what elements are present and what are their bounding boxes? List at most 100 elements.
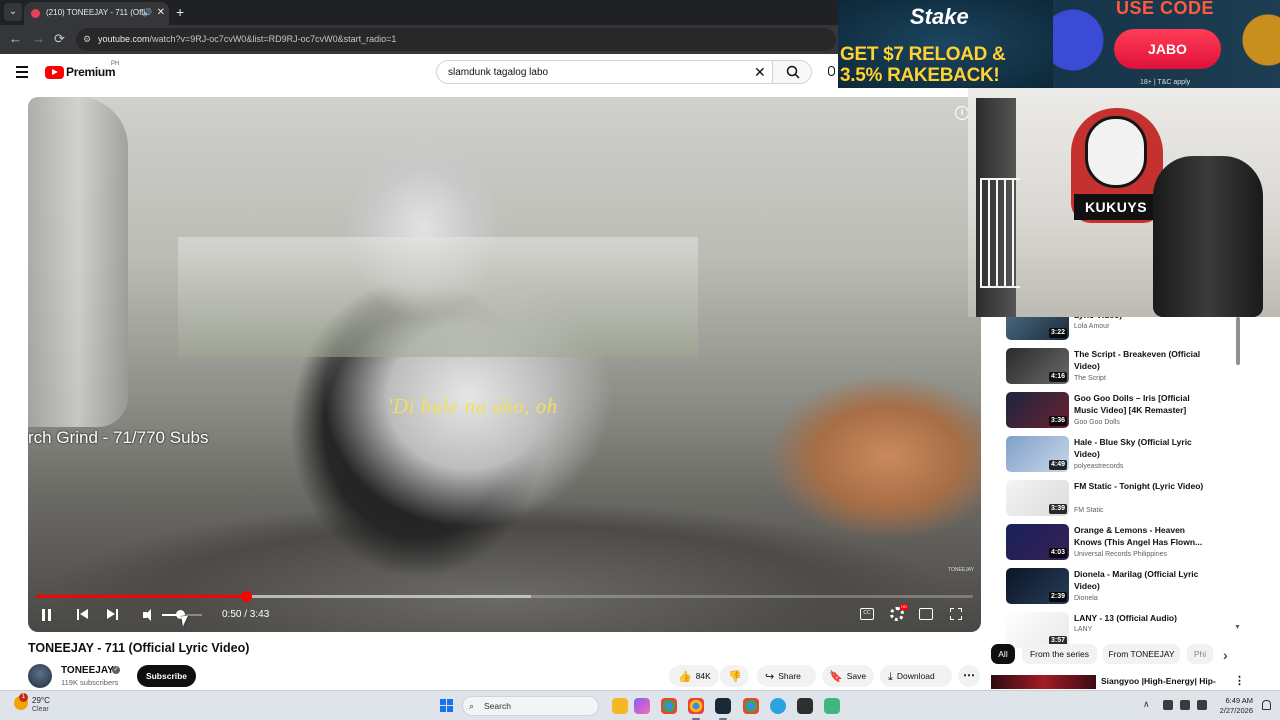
recommendation-title[interactable]: Goo Goo Dolls – Iris [Official Music Vid…: [1074, 392, 1204, 416]
notifications-bell-icon[interactable]: [1262, 700, 1271, 710]
dislike-button[interactable]: 👎: [720, 665, 749, 687]
network-icon[interactable]: [1197, 700, 1207, 710]
recommendation-title[interactable]: Orange & Lemons - Heaven Knows (This Ang…: [1074, 524, 1204, 548]
clock-time: 6:49 AM: [1225, 696, 1253, 705]
tray-overflow-icon[interactable]: ∧: [1143, 699, 1150, 710]
recommendation-thumbnail[interactable]: 4:16: [1006, 348, 1069, 384]
recommendation-title[interactable]: The Script - Breakeven (Official Video): [1074, 348, 1204, 372]
reload-button[interactable]: ⟳: [54, 30, 65, 48]
channel-avatar[interactable]: [28, 664, 52, 688]
search-input[interactable]: [436, 60, 773, 84]
file-explorer-icon[interactable]: [612, 698, 628, 714]
windows-start-icon[interactable]: [440, 699, 453, 712]
recommendation-thumbnail[interactable]: 3:39: [1006, 480, 1069, 516]
ad-use-code-label: USE CODE: [1116, 0, 1215, 18]
chip-next-icon[interactable]: ›: [1223, 647, 1228, 663]
browser-tab-active[interactable]: (210) TONEEJAY - 711 (Offi 🔊 ✕: [24, 2, 169, 25]
recommendation-channel[interactable]: Universal Records Philippines: [1074, 551, 1167, 558]
recommendation-thumbnail[interactable]: 3:36: [1006, 392, 1069, 428]
chrome-profile-icon[interactable]: [661, 698, 677, 714]
recommendation-item[interactable]: 3:39 FM Static - Tonight (Lyric Video) FM …: [1006, 480, 1236, 520]
chip-from-toneejay[interactable]: From TONEEJAY: [1103, 644, 1180, 664]
progress-scrubber[interactable]: [240, 591, 252, 602]
recommendation-thumbnail[interactable]: 4:03: [1006, 524, 1069, 560]
recommendation-title[interactable]: Hale - Blue Sky (Official Lyric Video): [1074, 436, 1204, 460]
recommendation-channel[interactable]: Lola Amour: [1074, 323, 1109, 330]
recommendation-channel[interactable]: polyeastrecords: [1074, 463, 1123, 470]
telegram-icon[interactable]: [770, 698, 786, 714]
bottom-video-thumbnail[interactable]: [991, 675, 1096, 689]
chat-app-icon[interactable]: [824, 698, 840, 714]
recommendation-channel[interactable]: Dionela: [1074, 595, 1098, 602]
video-watermark: TONEEJAY: [948, 567, 974, 573]
chip-from-the-series[interactable]: From the series: [1022, 644, 1097, 664]
chip-phi[interactable]: Phi: [1187, 644, 1213, 664]
url-omnibox[interactable]: ⚙ youtube.com/watch?v=9RJ-oc7cvW0&list=R…: [76, 28, 836, 51]
save-button[interactable]: 🔖 Save: [822, 665, 874, 687]
chrome-icon[interactable]: [688, 698, 704, 714]
close-tab-icon[interactable]: ✕: [157, 2, 165, 24]
menu-icon[interactable]: [16, 66, 28, 81]
pause-button[interactable]: [42, 609, 52, 621]
chip-all[interactable]: All: [991, 644, 1015, 664]
recommendation-thumbnail[interactable]: 2:39: [1006, 568, 1069, 604]
fullscreen-icon[interactable]: [950, 608, 962, 620]
recommendation-thumbnail[interactable]: 3:57: [1006, 612, 1069, 648]
bottom-video-more-icon[interactable]: ⋮: [1234, 674, 1245, 687]
speaker-icon[interactable]: [1180, 700, 1190, 710]
recommendation-title[interactable]: LANY - 13 (Official Audio): [1074, 612, 1204, 624]
obs-icon[interactable]: [797, 698, 813, 714]
theater-mode-button[interactable]: [919, 608, 933, 620]
captions-button[interactable]: CC: [860, 608, 874, 620]
scroll-down-arrow-icon[interactable]: ▼: [1234, 624, 1241, 631]
recommendation-item[interactable]: 4:16 The Script - Breakeven (Official Vid…: [1006, 348, 1236, 388]
site-info-icon[interactable]: ⚙: [83, 28, 91, 51]
share-button[interactable]: ↪ Share: [757, 665, 816, 687]
subscribe-button[interactable]: Subscribe: [137, 665, 196, 687]
stake-ad-banner[interactable]: Stake GET $7 RELOAD & 3.5% RAKEBACK! USE…: [838, 0, 1280, 88]
bottom-video-title[interactable]: Siangyoo |High-Energy| Hip-: [1101, 676, 1216, 686]
recommendation-item[interactable]: 4:03 Orange & Lemons - Heaven Knows (This…: [1006, 524, 1236, 564]
recommendation-item[interactable]: 2:39 Dionela - Marilag (Official Lyric Vi…: [1006, 568, 1236, 608]
video-background-lamp: [28, 97, 128, 427]
weather-temperature[interactable]: 29°C: [32, 696, 50, 705]
steam-icon[interactable]: [715, 698, 731, 714]
time-display: 0:50 / 3:43: [222, 609, 270, 620]
video-player[interactable]: 'Di bale na ako, oh rch Grind - 71/770 S…: [28, 97, 981, 632]
search-button[interactable]: [772, 60, 812, 84]
copilot-icon[interactable]: [634, 698, 650, 714]
recommendation-channel[interactable]: LANY: [1074, 626, 1092, 633]
like-button[interactable]: 👍 84K: [669, 665, 719, 687]
sidebar-scrollbar[interactable]: [1236, 317, 1240, 365]
recommendation-channel[interactable]: The Script: [1074, 375, 1106, 382]
quality-badge: HD: [900, 604, 908, 610]
volume-icon[interactable]: [143, 609, 155, 621]
recommendation-channel[interactable]: FM Static: [1074, 507, 1104, 514]
weather-condition[interactable]: Clear: [32, 706, 49, 713]
tab-search-dropdown[interactable]: ⌄: [4, 3, 22, 21]
download-button[interactable]: ⤓ Download: [880, 665, 952, 687]
voice-search-icon[interactable]: [828, 66, 835, 76]
recommendation-item[interactable]: 3:36 Goo Goo Dolls – Iris [Official Music…: [1006, 392, 1236, 432]
clear-search-icon[interactable]: ✕: [754, 63, 766, 81]
forward-button[interactable]: →: [32, 30, 45, 48]
next-button[interactable]: [107, 609, 119, 621]
recommendation-title[interactable]: Dionela - Marilag (Official Lyric Video): [1074, 568, 1204, 592]
new-tab-button[interactable]: +: [176, 3, 184, 21]
info-icon[interactable]: i: [955, 106, 969, 120]
previous-button[interactable]: [77, 609, 89, 621]
webcam-sticker-label: KUKUYS: [1074, 194, 1158, 220]
channel-name[interactable]: TONEEJAY: [61, 665, 114, 676]
ad-code-button[interactable]: JABO: [1114, 29, 1221, 69]
recommendation-thumbnail[interactable]: 4:49: [1006, 436, 1069, 472]
more-actions-button[interactable]: ⋯: [958, 665, 980, 687]
recommendation-item[interactable]: 4:49 Hale - Blue Sky (Official Lyric Vide…: [1006, 436, 1236, 476]
chrome-alt-profile-icon[interactable]: [743, 698, 759, 714]
recommendation-title[interactable]: FM Static - Tonight (Lyric Video): [1074, 480, 1204, 492]
microphone-icon[interactable]: [1163, 700, 1173, 710]
recommendation-channel[interactable]: Goo Goo Dolls: [1074, 419, 1120, 426]
back-button[interactable]: ←: [9, 30, 22, 48]
tab-audio-icon[interactable]: 🔊: [142, 2, 152, 24]
taskbar-search[interactable]: ⌕ Search: [462, 696, 599, 716]
system-clock[interactable]: 6:49 AM 2/27/2026: [1215, 696, 1253, 716]
